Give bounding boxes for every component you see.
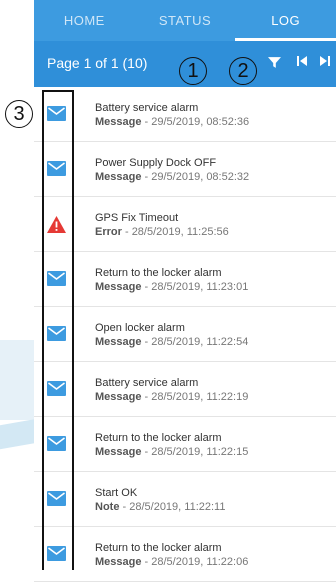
log-list: Battery service alarm Message - 29/5/2019… xyxy=(34,87,336,582)
icon-column-highlight xyxy=(42,90,74,570)
tab-bar: HOME STATUS LOG xyxy=(34,0,336,41)
log-entry-meta: Note - 28/5/2019, 11:22:11 xyxy=(95,501,225,514)
log-entry-timestamp: 28/5/2019, 11:22:11 xyxy=(129,501,226,513)
log-entry-meta: Message - 29/5/2019, 08:52:32 xyxy=(95,171,249,184)
separator: - xyxy=(141,281,152,293)
log-entry[interactable]: Return to the locker alarm Message - 28/5… xyxy=(34,417,336,472)
log-entry-meta: Message - 28/5/2019, 11:22:54 xyxy=(95,336,248,349)
callout-2: 2 xyxy=(229,57,257,85)
log-entry[interactable]: Battery service alarm Message - 29/5/2019… xyxy=(34,87,336,142)
separator: - xyxy=(141,391,152,403)
log-entry-timestamp: 28/5/2019, 11:22:15 xyxy=(151,446,249,458)
log-entry-type: Message xyxy=(95,116,142,128)
log-entry-title: Start OK xyxy=(95,487,138,499)
separator: - xyxy=(141,116,152,128)
last-page-icon[interactable] xyxy=(319,55,331,70)
log-entry-text: Power Supply Dock OFF Message - 29/5/2019… xyxy=(95,157,249,184)
log-entry[interactable]: Return to the locker alarm Message - 28/5… xyxy=(34,252,336,307)
tab-log[interactable]: LOG xyxy=(235,0,336,41)
log-entry-text: Battery service alarm Message - 29/5/2019… xyxy=(95,102,249,129)
log-entry-text: Start OK Note - 28/5/2019, 11:22:11 xyxy=(95,487,225,514)
log-entry-timestamp: 28/5/2019, 11:22:06 xyxy=(151,556,249,568)
log-entry[interactable]: Return to the locker alarm Message - 28/5… xyxy=(34,527,336,582)
log-entry-title: Open locker alarm xyxy=(95,322,185,334)
log-entry[interactable]: Battery service alarm Message - 28/5/2019… xyxy=(34,362,336,417)
page-info: Page 1 of 1 (10) xyxy=(47,55,148,71)
filter-icon[interactable] xyxy=(268,56,281,72)
log-entry-type: Message xyxy=(95,446,142,458)
separator: - xyxy=(141,446,152,458)
separator: - xyxy=(119,501,130,513)
log-entry[interactable]: Open locker alarm Message - 28/5/2019, 11… xyxy=(34,307,336,362)
log-entry-timestamp: 29/5/2019, 08:52:36 xyxy=(151,116,250,128)
background-decoration xyxy=(0,340,35,420)
log-entry-type: Message xyxy=(95,336,142,348)
log-entry-type: Message xyxy=(95,391,142,403)
log-entry-meta: Message - 29/5/2019, 08:52:36 xyxy=(95,116,249,129)
tab-home[interactable]: HOME xyxy=(34,0,135,41)
separator: - xyxy=(141,336,152,348)
log-entry-type: Error xyxy=(95,226,122,238)
log-entry-timestamp: 28/5/2019, 11:22:54 xyxy=(151,336,249,348)
log-entry-meta: Error - 28/5/2019, 11:25:56 xyxy=(95,226,229,239)
log-entry-timestamp: 28/5/2019, 11:25:56 xyxy=(131,226,229,238)
log-entry-text: Return to the locker alarm Message - 28/5… xyxy=(95,542,248,569)
first-page-icon[interactable] xyxy=(296,55,308,70)
log-entry-type: Message xyxy=(95,171,142,183)
log-entry-text: Battery service alarm Message - 28/5/2019… xyxy=(95,377,248,404)
separator: - xyxy=(141,171,152,183)
callout-1: 1 xyxy=(179,57,207,85)
log-entry-text: Return to the locker alarm Message - 28/5… xyxy=(95,267,248,294)
log-entry-text: Return to the locker alarm Message - 28/5… xyxy=(95,432,248,459)
log-entry-meta: Message - 28/5/2019, 11:22:06 xyxy=(95,556,248,569)
log-entry-title: GPS Fix Timeout xyxy=(95,212,179,224)
log-entry-title: Return to the locker alarm xyxy=(95,432,222,444)
log-entry-type: Message xyxy=(95,281,142,293)
log-entry-type: Note xyxy=(95,501,120,513)
tab-status[interactable]: STATUS xyxy=(135,0,236,41)
log-entry-title: Battery service alarm xyxy=(95,102,199,114)
log-entry-title: Battery service alarm xyxy=(95,377,199,389)
log-entry[interactable]: Start OK Note - 28/5/2019, 11:22:11 xyxy=(34,472,336,527)
log-entry-timestamp: 28/5/2019, 11:22:19 xyxy=(151,391,249,403)
log-entry-title: Return to the locker alarm xyxy=(95,267,222,279)
log-entry[interactable]: GPS Fix Timeout Error - 28/5/2019, 11:25:… xyxy=(34,197,336,252)
log-entry-title: Return to the locker alarm xyxy=(95,542,222,554)
callout-3: 3 xyxy=(5,100,33,128)
log-entry-timestamp: 29/5/2019, 08:52:32 xyxy=(151,171,250,183)
log-entry-text: Open locker alarm Message - 28/5/2019, 11… xyxy=(95,322,248,349)
log-entry-text: GPS Fix Timeout Error - 28/5/2019, 11:25:… xyxy=(95,212,229,239)
log-entry[interactable]: Power Supply Dock OFF Message - 29/5/2019… xyxy=(34,142,336,197)
log-entry-type: Message xyxy=(95,556,142,568)
log-entry-timestamp: 28/5/2019, 11:23:01 xyxy=(151,281,249,293)
separator: - xyxy=(141,556,152,568)
separator: - xyxy=(121,226,132,238)
log-entry-meta: Message - 28/5/2019, 11:22:15 xyxy=(95,446,248,459)
log-entry-meta: Message - 28/5/2019, 11:22:19 xyxy=(95,391,248,404)
log-entry-title: Power Supply Dock OFF xyxy=(95,157,217,169)
log-entry-meta: Message - 28/5/2019, 11:23:01 xyxy=(95,281,248,294)
